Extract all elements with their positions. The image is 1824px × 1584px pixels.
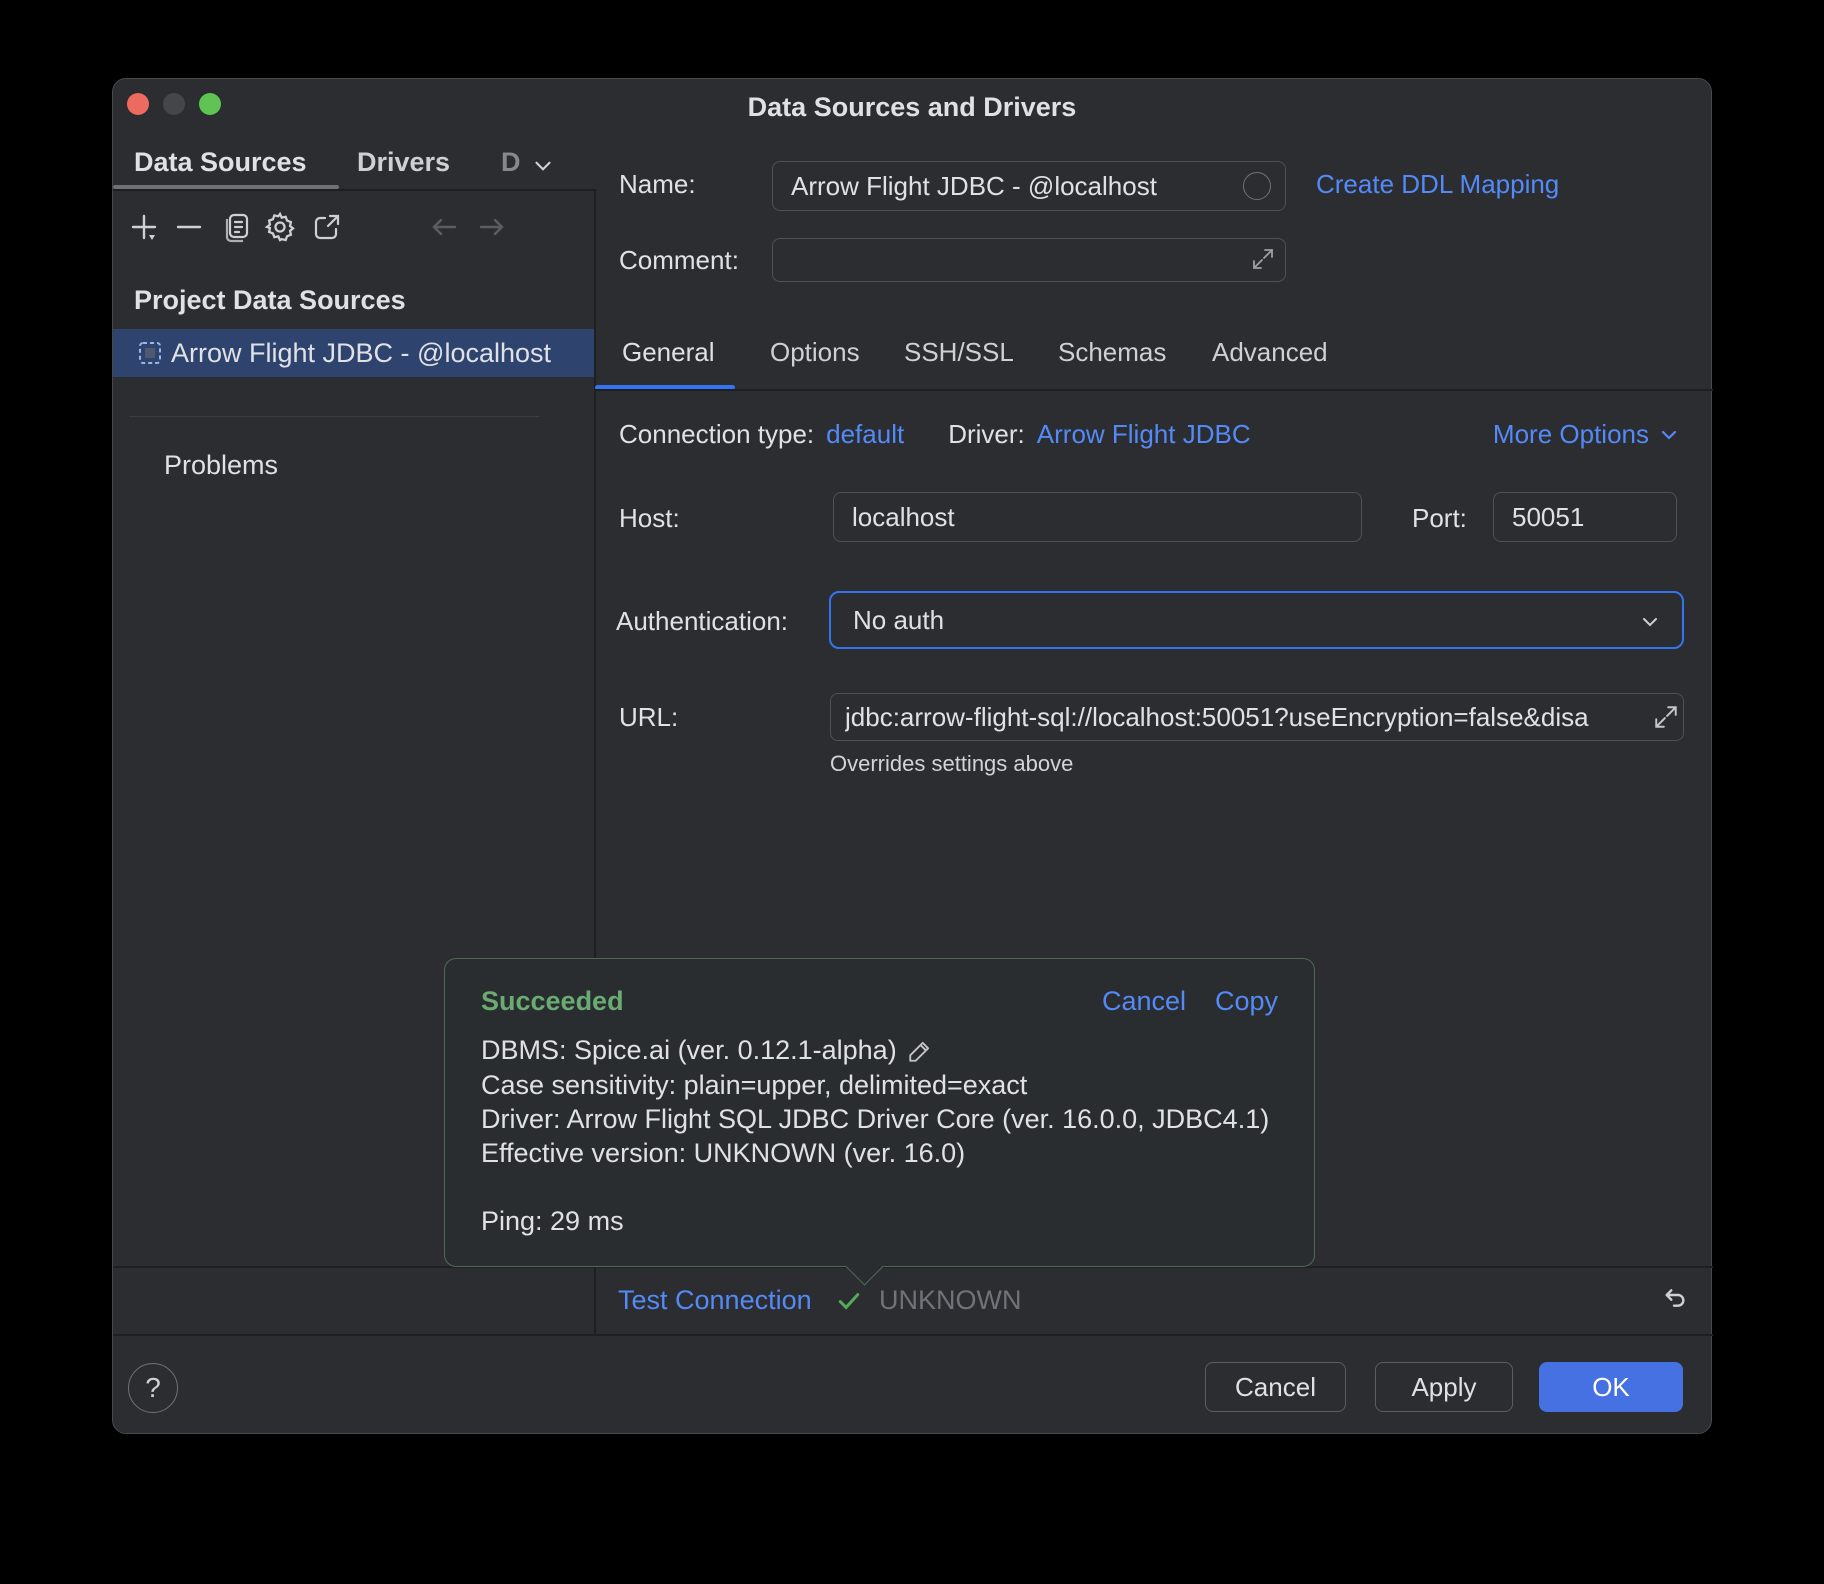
popup-effective-line: Effective version: UNKNOWN (ver. 16.0) xyxy=(481,1138,965,1169)
success-checkmark-icon xyxy=(835,1287,863,1315)
chevron-down-icon xyxy=(1657,423,1681,447)
data-sources-dialog: Data Sources and Drivers Data Sources Dr… xyxy=(112,78,1712,1434)
tab-advanced[interactable]: Advanced xyxy=(1212,337,1328,368)
tree-item-label: Arrow Flight JDBC - @localhost xyxy=(171,338,551,369)
tab-data-sources[interactable]: Data Sources xyxy=(134,147,307,178)
popup-copy-link[interactable]: Copy xyxy=(1215,986,1278,1017)
add-icon[interactable] xyxy=(127,210,161,244)
connection-type-value-link[interactable]: default xyxy=(826,419,904,450)
authentication-label: Authentication: xyxy=(616,606,788,637)
driver-value-link[interactable]: Arrow Flight JDBC xyxy=(1037,419,1251,450)
comment-label: Comment: xyxy=(619,245,739,276)
test-connection-popup: Succeeded Cancel Copy DBMS: Spice.ai (ve… xyxy=(444,958,1315,1267)
host-input[interactable]: localhost xyxy=(833,492,1362,542)
expand-url-icon[interactable] xyxy=(1653,704,1679,730)
ok-button[interactable]: OK xyxy=(1539,1362,1683,1412)
popup-status: Succeeded xyxy=(481,986,624,1017)
popup-cancel-link[interactable]: Cancel xyxy=(1102,986,1186,1017)
url-value: jdbc:arrow-flight-sql://localhost:50051?… xyxy=(845,702,1589,733)
settings-gear-icon[interactable] xyxy=(263,210,297,244)
popup-ping-line: Ping: 29 ms xyxy=(481,1206,624,1237)
tree-item-arrow-flight-jdbc[interactable]: Arrow Flight JDBC - @localhost xyxy=(113,329,594,377)
sidebar-divider xyxy=(129,416,539,417)
help-question-icon: ? xyxy=(145,1372,161,1404)
problems-item[interactable]: Problems xyxy=(164,450,278,481)
create-ddl-mapping-link[interactable]: Create DDL Mapping xyxy=(1316,169,1559,200)
popup-case-line: Case sensitivity: plain=upper, delimited… xyxy=(481,1070,1027,1101)
undo-icon[interactable] xyxy=(1658,1283,1690,1315)
port-input[interactable]: 50051 xyxy=(1493,492,1677,542)
driver-label: Driver: xyxy=(948,419,1025,450)
popup-driver-line: Driver: Arrow Flight SQL JDBC Driver Cor… xyxy=(481,1104,1269,1135)
apply-button[interactable]: Apply xyxy=(1375,1362,1513,1412)
popup-dbms-line: DBMS: Spice.ai (ver. 0.12.1-alpha) xyxy=(481,1035,897,1066)
export-icon[interactable] xyxy=(310,210,344,244)
tab-options[interactable]: Options xyxy=(770,337,860,368)
comment-input[interactable] xyxy=(772,238,1286,282)
tabstrip-border xyxy=(113,189,594,191)
footer-divider xyxy=(113,1334,1713,1336)
host-label: Host: xyxy=(619,503,680,534)
more-options-link[interactable]: More Options xyxy=(1493,419,1681,450)
port-value: 50051 xyxy=(1512,502,1584,533)
remove-icon[interactable] xyxy=(172,210,206,244)
test-connection-link[interactable]: Test Connection xyxy=(618,1285,812,1316)
main-tab-border xyxy=(594,389,1713,391)
duplicate-icon[interactable] xyxy=(220,210,254,244)
connection-result-text: UNKNOWN xyxy=(879,1285,1022,1316)
data-source-icon xyxy=(137,340,163,366)
host-value: localhost xyxy=(852,502,955,533)
more-options-label: More Options xyxy=(1493,419,1649,450)
authentication-value: No auth xyxy=(853,605,944,636)
tab-ddl-truncated[interactable]: D xyxy=(501,147,521,178)
tab-schemas[interactable]: Schemas xyxy=(1058,337,1166,368)
project-data-sources-header: Project Data Sources xyxy=(134,285,406,316)
expand-comment-icon[interactable] xyxy=(1251,247,1275,271)
edit-pencil-icon[interactable] xyxy=(907,1038,933,1064)
name-label: Name: xyxy=(619,169,696,200)
tab-ssh-ssl[interactable]: SSH/SSL xyxy=(904,337,1014,368)
port-label: Port: xyxy=(1412,503,1467,534)
name-input[interactable]: Arrow Flight JDBC - @localhost xyxy=(772,161,1286,211)
url-label: URL: xyxy=(619,702,678,733)
back-arrow-icon[interactable] xyxy=(427,210,461,244)
name-value: Arrow Flight JDBC - @localhost xyxy=(791,171,1157,202)
chevron-down-icon[interactable] xyxy=(530,153,556,179)
forward-arrow-icon[interactable] xyxy=(475,210,509,244)
tab-drivers[interactable]: Drivers xyxy=(357,147,450,178)
tab-general[interactable]: General xyxy=(622,337,715,368)
color-picker-circle-icon[interactable] xyxy=(1243,172,1271,200)
authentication-select[interactable]: No auth xyxy=(829,591,1684,649)
url-hint: Overrides settings above xyxy=(830,751,1073,777)
connection-type-label: Connection type: xyxy=(619,419,814,450)
dialog-title: Data Sources and Drivers xyxy=(113,92,1711,123)
help-button[interactable]: ? xyxy=(128,1363,178,1413)
chevron-down-icon xyxy=(1638,610,1662,634)
cancel-button[interactable]: Cancel xyxy=(1205,1362,1346,1412)
url-input[interactable]: jdbc:arrow-flight-sql://localhost:50051?… xyxy=(830,693,1684,741)
